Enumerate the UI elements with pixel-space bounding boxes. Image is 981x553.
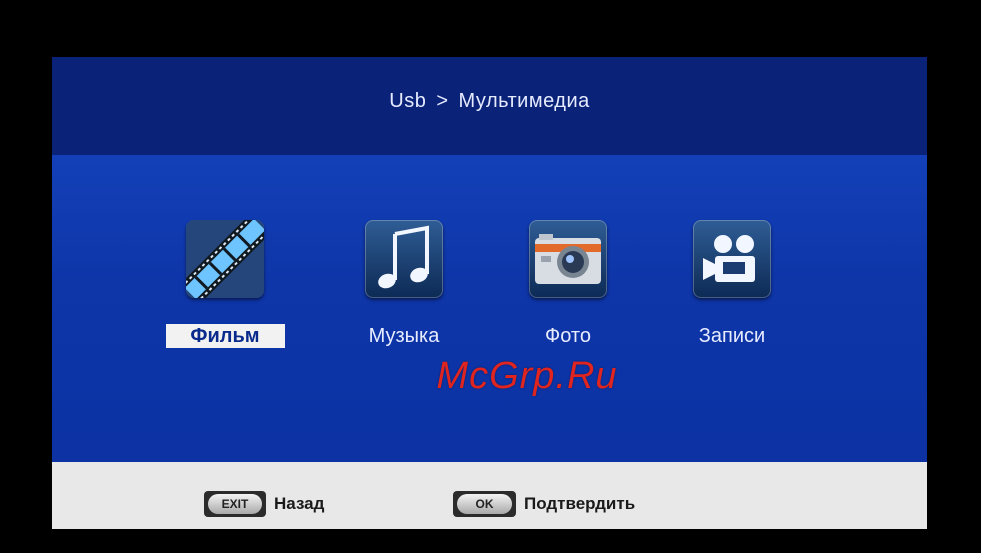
menu-item-photo[interactable]: Фото xyxy=(506,220,630,348)
camera-icon xyxy=(529,220,607,298)
music-note-icon xyxy=(365,220,443,298)
exit-key-button[interactable]: EXIT xyxy=(204,491,266,517)
ok-hint[interactable]: OK Подтвердить xyxy=(453,488,635,520)
menu-item-photo-label: Фото xyxy=(545,325,591,347)
menu-item-music-label: Музыка xyxy=(368,325,440,347)
menu-item-recordings[interactable]: Записи xyxy=(670,220,794,348)
ok-key-label: OK xyxy=(457,494,512,514)
watermark: McGrp.Ru xyxy=(436,355,618,397)
menu-area: Фильм Музыка Фото Записи McGrp.Ru xyxy=(52,155,927,462)
video-camera-icon xyxy=(693,220,771,298)
menu-item-film-label: Фильм xyxy=(165,324,285,348)
exit-hint[interactable]: EXIT Назад xyxy=(204,488,324,520)
menu-item-recordings-label: Записи xyxy=(698,325,766,347)
menu-item-music[interactable]: Музыка xyxy=(342,220,466,348)
breadcrumb-root: Usb xyxy=(389,90,427,112)
ok-hint-label: Подтвердить xyxy=(524,494,636,513)
footer-hints: EXIT Назад OK Подтвердить xyxy=(52,462,927,529)
breadcrumb: Usb > Мультимедиа xyxy=(52,90,927,113)
breadcrumb-separator: > xyxy=(436,90,449,112)
breadcrumb-current: Мультимедиа xyxy=(458,90,590,112)
ok-key-button[interactable]: OK xyxy=(453,491,516,517)
menu-item-film[interactable]: Фильм xyxy=(163,220,287,348)
multimedia-screen: Usb > Мультимедиа Фильм Музыка Фото Запи… xyxy=(52,57,927,529)
header-bar: Usb > Мультимедиа xyxy=(52,57,927,155)
exit-hint-label: Назад xyxy=(274,494,325,513)
exit-key-label: EXIT xyxy=(208,494,262,514)
film-strip-icon xyxy=(186,220,264,298)
